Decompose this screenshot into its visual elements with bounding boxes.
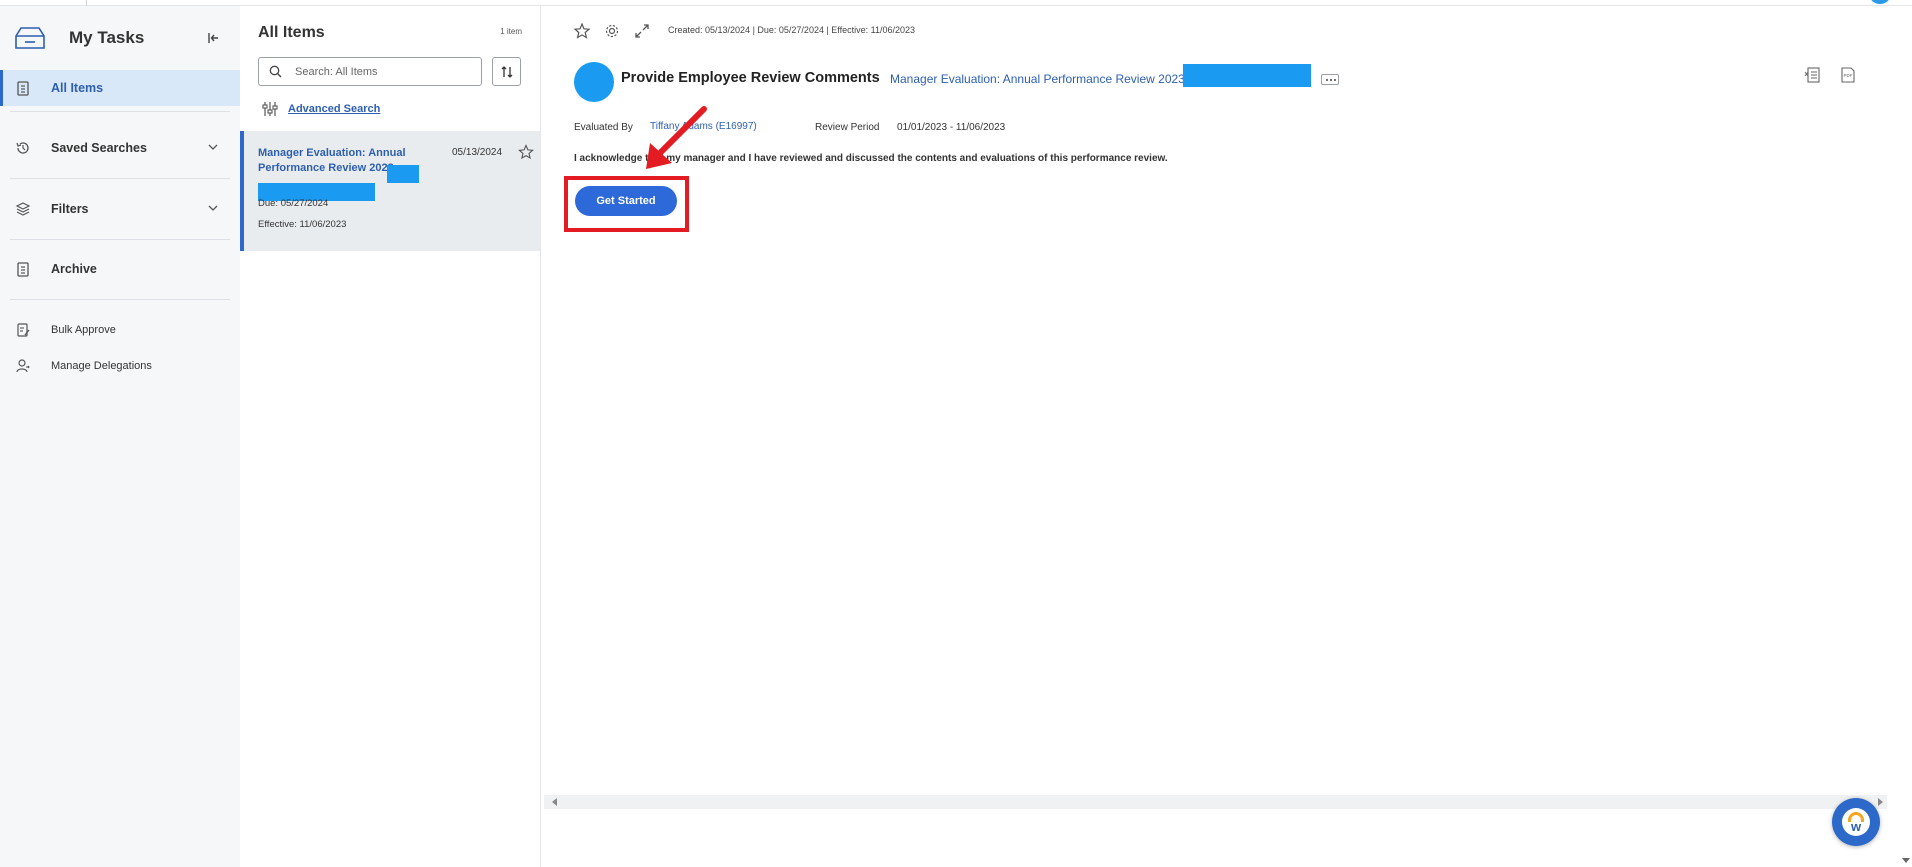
task-detail-pane: Created: 05/13/2024 | Due: 05/27/2024 | … (541, 6, 1912, 867)
nav-item-label: Bulk Approve (51, 324, 116, 336)
inbox-icon (15, 27, 45, 49)
nav-divider (10, 239, 230, 240)
nav-item-label: Saved Searches (51, 141, 147, 155)
sliders-icon (262, 102, 278, 116)
review-period-value: 01/01/2023 - 11/06/2023 (897, 122, 1006, 133)
redacted-block (387, 165, 419, 183)
star-icon[interactable] (518, 144, 534, 160)
logo-letter: w (1850, 819, 1862, 834)
task-card-effective: Effective: 11/06/2023 (258, 219, 347, 230)
profile-avatar-edge[interactable] (1870, 0, 1890, 4)
nav-divider (10, 178, 230, 179)
avatar (574, 62, 614, 102)
nav-divider (10, 299, 230, 300)
dot-icon (1326, 79, 1328, 81)
task-list-pane: All Items 1 item Advanced Search Manager… (240, 6, 541, 867)
search-box[interactable] (258, 57, 482, 86)
collapse-sidebar-icon[interactable] (206, 30, 220, 46)
annotation-arrow-icon (646, 106, 707, 169)
item-count: 1 item (500, 27, 522, 36)
archive-clipboard-icon (17, 262, 29, 277)
nav-item-all-items[interactable]: All Items (0, 70, 240, 106)
assistant-button[interactable]: w (1832, 798, 1880, 846)
star-icon[interactable] (573, 22, 591, 40)
dot-icon (1334, 79, 1336, 81)
task-subtitle-link[interactable]: Manager Evaluation: Annual Performance R… (890, 72, 1188, 86)
more-actions-button[interactable] (1321, 74, 1339, 85)
task-card-title[interactable]: Manager Evaluation: Annual Performance R… (258, 146, 408, 176)
left-navigation: My Tasks All Items Saved Searches Filter… (0, 6, 240, 867)
nav-item-label: Filters (51, 202, 89, 216)
user-delegate-icon (16, 359, 30, 373)
nav-item-saved-searches[interactable]: Saved Searches (0, 130, 240, 166)
review-period-label: Review Period (815, 122, 880, 133)
expand-icon[interactable] (633, 22, 651, 40)
edit-document-icon (17, 323, 30, 337)
search-input[interactable] (295, 63, 475, 81)
scroll-left-icon[interactable] (552, 798, 557, 806)
export-excel-icon[interactable] (1804, 66, 1822, 84)
nav-item-manage-delegations[interactable]: Manage Delegations (0, 348, 240, 384)
search-icon (269, 65, 282, 78)
task-card-date: 05/13/2024 (452, 147, 503, 158)
nav-header: My Tasks (0, 6, 240, 64)
layers-icon (15, 202, 31, 216)
nav-item-bulk-approve[interactable]: Bulk Approve (0, 312, 240, 348)
nav-item-label: All Items (51, 81, 104, 95)
horizontal-scrollbar[interactable] (544, 795, 1887, 809)
list-title: All Items (258, 24, 325, 41)
gear-icon[interactable] (603, 22, 621, 40)
svg-text:PDF: PDF (1844, 73, 1853, 78)
sort-icon (501, 66, 513, 78)
scroll-right-icon[interactable] (1878, 798, 1883, 806)
nav-title: My Tasks (69, 28, 145, 47)
clipboard-icon (17, 81, 29, 96)
nav-item-filters[interactable]: Filters (0, 191, 240, 227)
evaluated-by-label: Evaluated By (574, 122, 633, 133)
nav-item-label: Manage Delegations (51, 360, 152, 372)
task-meta: Created: 05/13/2024 | Due: 05/27/2024 | … (668, 25, 916, 35)
nav-item-label: Archive (51, 262, 97, 276)
sort-button[interactable] (492, 57, 521, 86)
task-card[interactable]: Manager Evaluation: Annual Performance R… (240, 131, 540, 251)
export-pdf-icon[interactable]: PDF (1839, 66, 1857, 84)
scroll-down-icon[interactable] (1902, 858, 1910, 863)
get-started-button[interactable]: Get Started (575, 186, 677, 216)
chevron-down-icon[interactable] (208, 204, 218, 212)
chevron-down-icon[interactable] (208, 143, 218, 151)
task-card-due: Due: 05/27/2024 (258, 198, 329, 209)
workday-logo-icon: w (1842, 808, 1870, 836)
advanced-search-link[interactable]: Advanced Search (288, 103, 380, 115)
nav-item-archive[interactable]: Archive (0, 251, 240, 287)
history-icon (16, 142, 29, 154)
redacted-block (1183, 64, 1311, 87)
dot-icon (1330, 79, 1332, 81)
page-title: Provide Employee Review Comments (621, 70, 880, 86)
nav-divider (10, 111, 230, 112)
